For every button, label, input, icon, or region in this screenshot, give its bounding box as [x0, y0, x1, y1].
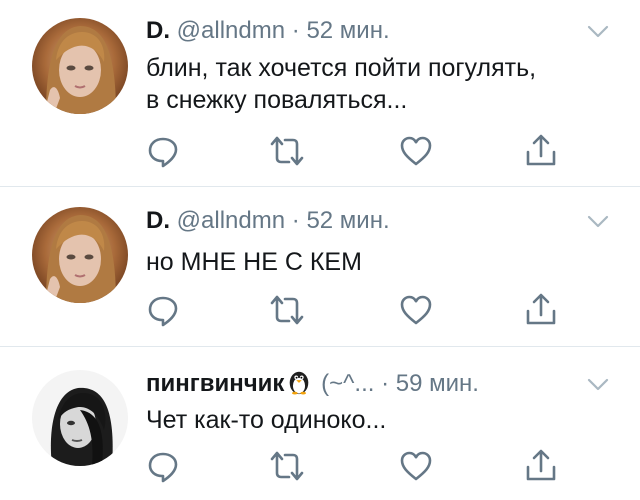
tweet-actions: [146, 134, 576, 168]
like-icon[interactable]: [399, 449, 433, 483]
separator-dot: ·: [291, 17, 300, 44]
avatar[interactable]: [32, 370, 128, 466]
tweet-time[interactable]: 59 мин.: [396, 370, 479, 397]
tweet-time[interactable]: 52 мин.: [306, 207, 389, 234]
author-name[interactable]: D.: [146, 17, 170, 44]
reply-icon[interactable]: [146, 449, 180, 483]
share-icon[interactable]: [524, 449, 558, 483]
tweet-header: пингвинчик (~^... · 59 мин.: [146, 369, 580, 399]
tweet[interactable]: D. @allndmn · 52 мин. но МНЕ НЕ С КЕМ: [0, 187, 640, 347]
tweet-text: но МНЕ НЕ С КЕМ: [146, 248, 362, 276]
avatar[interactable]: [32, 207, 128, 303]
separator-dot: ·: [381, 370, 390, 397]
like-icon[interactable]: [399, 293, 433, 327]
reply-icon[interactable]: [146, 293, 180, 327]
chevron-down-icon[interactable]: [586, 214, 610, 230]
penguin-emoji-icon: [286, 369, 312, 403]
author-name[interactable]: D.: [146, 207, 170, 234]
author-handle[interactable]: @allndmn: [177, 207, 285, 234]
author-name[interactable]: пингвинчик: [146, 370, 284, 397]
retweet-icon[interactable]: [270, 293, 304, 327]
reply-icon[interactable]: [146, 134, 180, 168]
tweet[interactable]: пингвинчик (~^... · 59 мин. Чет как-то о…: [0, 347, 640, 500]
avatar-girl-light-hair-icon: [32, 207, 128, 303]
tweet[interactable]: D. @allndmn · 52 мин. блин, так хочется …: [0, 0, 640, 187]
tweet-text: блин, так хочется пойти погулять, в снеж…: [146, 54, 537, 114]
tweet-time[interactable]: 52 мин.: [306, 17, 389, 44]
tweet-actions: [146, 293, 576, 327]
chevron-down-icon[interactable]: [586, 24, 610, 40]
tweet-header: D. @allndmn · 52 мин.: [146, 16, 580, 46]
author-handle[interactable]: (~^...: [321, 370, 374, 397]
tweet-header: D. @allndmn · 52 мин.: [146, 206, 580, 236]
avatar-girl-bw-icon: [32, 370, 128, 466]
avatar-girl-light-hair-icon: [32, 18, 128, 114]
separator-dot: ·: [291, 207, 300, 234]
tweet-actions: [146, 449, 576, 483]
retweet-icon[interactable]: [270, 449, 304, 483]
share-icon[interactable]: [524, 134, 558, 168]
chevron-down-icon[interactable]: [586, 377, 610, 393]
avatar[interactable]: [32, 18, 128, 114]
like-icon[interactable]: [399, 134, 433, 168]
retweet-icon[interactable]: [270, 134, 304, 168]
share-icon[interactable]: [524, 293, 558, 327]
author-handle[interactable]: @allndmn: [177, 17, 285, 44]
tweet-text: Чет как-то одиноко...: [146, 406, 387, 434]
